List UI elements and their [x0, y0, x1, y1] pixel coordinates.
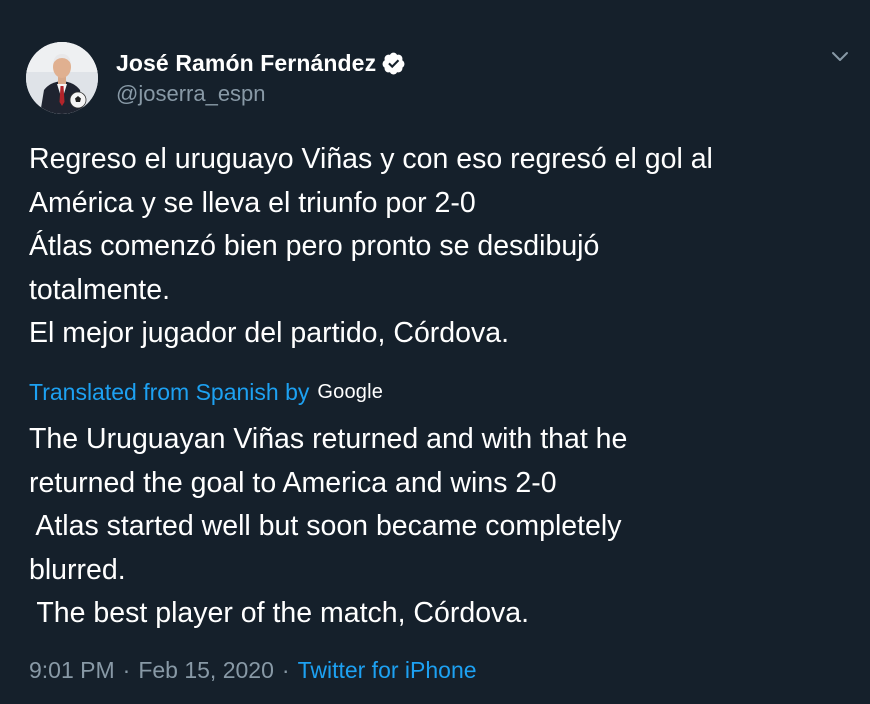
translated-from-link[interactable]: Translated from Spanish by: [29, 379, 309, 406]
meta-separator: ·: [122, 656, 131, 683]
author-display-name[interactable]: José Ramón Fernández: [116, 50, 376, 77]
translation-attribution: Translated from Spanish by Google: [29, 376, 383, 408]
translation-text-line: The Uruguayan Viñas returned and with th…: [29, 423, 628, 455]
tweet-meta: 9:01 PM · Feb 15, 2020 · Twitter for iPh…: [29, 654, 477, 686]
translation-text-line: blurred.: [29, 553, 126, 586]
chevron-down-icon[interactable]: [829, 48, 851, 66]
avatar[interactable]: [26, 42, 98, 114]
profile-photo-icon: [26, 42, 98, 114]
tweet-card: José Ramón Fernández @joserra_espn Regre…: [0, 0, 870, 704]
translation-text-line: The best player of the match, Córdova.: [29, 597, 530, 629]
tweet-text: Regreso el uruguayo Viñas y con eso regr…: [29, 138, 849, 356]
translation-text-line: returned the goal to America and wins 2-…: [29, 466, 557, 499]
tweet-time[interactable]: 9:01 PM: [29, 657, 115, 684]
tweet-date[interactable]: Feb 15, 2020: [138, 657, 274, 684]
google-logo: Google: [317, 380, 384, 403]
tweet-text-line: totalmente.: [29, 273, 170, 306]
author-name-row[interactable]: José Ramón Fernández: [116, 46, 406, 80]
author-handle[interactable]: @joserra_espn: [116, 81, 266, 107]
tweet-source-link[interactable]: Twitter for iPhone: [298, 657, 477, 684]
tweet-text-line: Regreso el uruguayo Viñas y con eso regr…: [29, 143, 713, 175]
tweet-text-line: América y se lleva el triunfo por 2-0: [29, 186, 476, 219]
tweet-text-line: Átlas comenzó bien pero pronto se desdib…: [29, 230, 600, 262]
meta-separator: ·: [281, 656, 290, 683]
verified-badge-icon: [382, 52, 405, 74]
tweet-text-line: El mejor jugador del partido, Córdova.: [29, 317, 510, 349]
translation-text-line: Atlas started well but soon became compl…: [29, 510, 622, 542]
translation-text: The Uruguayan Viñas returned and with th…: [29, 418, 849, 636]
